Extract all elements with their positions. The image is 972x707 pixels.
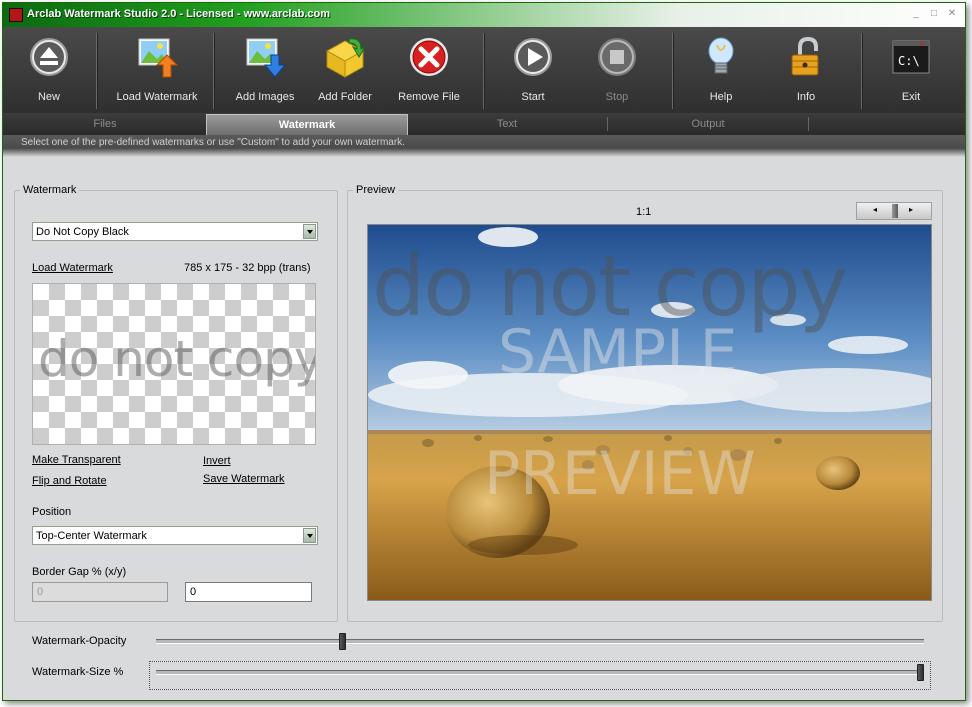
make-transparent-link[interactable]: Make Transparent: [32, 454, 121, 466]
toolbar-separator: [213, 33, 215, 109]
minimize-icon[interactable]: _: [909, 8, 923, 20]
hint-bar: Select one of the pre-defined watermarks…: [3, 135, 965, 157]
watermark-preview: do not copy: [32, 283, 316, 445]
tab-watermark[interactable]: Watermark: [206, 114, 408, 136]
add-folder-label: Add Folder: [318, 91, 372, 103]
opacity-slider-thumb[interactable]: [338, 633, 346, 650]
help-button[interactable]: Help: [681, 27, 761, 113]
tab-output[interactable]: Output: [608, 114, 808, 134]
remove-icon: [410, 38, 448, 76]
svg-text:C:\: C:\: [898, 54, 920, 68]
info-label: Info: [796, 91, 816, 103]
size-slider-focus: [149, 661, 931, 690]
terminal-icon: C:\: [892, 40, 930, 74]
hint-text: Select one of the pre-defined watermarks…: [21, 137, 405, 148]
preview-overlay-preview: PREVIEW: [484, 439, 756, 509]
main-window: Arclab Watermark Studio 2.0 - Licensed -…: [2, 2, 966, 701]
image-load-icon: [138, 38, 179, 78]
tab-bar: Files Watermark Text Output: [3, 113, 965, 136]
start-button[interactable]: Start: [493, 27, 573, 113]
padlock-icon: [791, 36, 819, 76]
remove-file-button[interactable]: Remove File: [389, 27, 469, 113]
load-watermark-link[interactable]: Load Watermark: [32, 262, 113, 274]
title-bar[interactable]: Arclab Watermark Studio 2.0 - Licensed -…: [3, 3, 965, 27]
gap-y-input[interactable]: 0: [185, 582, 312, 602]
chevron-down-icon[interactable]: [303, 528, 316, 543]
help-label: Help: [709, 91, 733, 103]
arrow-left-icon[interactable]: ◂: [873, 205, 877, 214]
eject-icon: [30, 38, 68, 76]
load-watermark-button[interactable]: Load Watermark: [107, 27, 207, 113]
invert-link[interactable]: Invert: [203, 455, 231, 467]
start-label: Start: [521, 91, 545, 103]
exit-label: Exit: [901, 91, 921, 103]
watermark-info: 785 x 175 - 32 bpp (trans): [184, 262, 311, 274]
preview-overlay-sample: SAMPLE: [498, 317, 738, 387]
stop-icon: [598, 38, 636, 76]
toolbar-separator: [861, 33, 863, 109]
toolbar-separator: [96, 33, 98, 109]
play-icon: [514, 38, 552, 76]
opacity-label: Watermark-Opacity: [32, 635, 127, 647]
save-watermark-link[interactable]: Save Watermark: [203, 473, 285, 485]
close-icon[interactable]: ✕: [945, 8, 959, 20]
flip-rotate-link[interactable]: Flip and Rotate: [32, 475, 107, 487]
navigator-thumb[interactable]: [892, 204, 898, 218]
watermark-select[interactable]: Do Not Copy Black: [32, 222, 318, 241]
preview-image: do not copy SAMPLE PREVIEW: [367, 224, 932, 601]
tab-text[interactable]: Text: [407, 114, 607, 134]
folder-add-icon: [325, 38, 367, 78]
watermark-group-label: Watermark: [23, 184, 77, 196]
toolbar: New Load Watermark Add Images Add Folder…: [3, 27, 965, 113]
position-select[interactable]: Top-Center Watermark: [32, 526, 318, 545]
stop-label: Stop: [605, 91, 629, 103]
preview-navigator[interactable]: ◂ ▸: [856, 202, 932, 220]
border-gap-label: Border Gap % (x/y): [32, 566, 127, 578]
tab-separator: [808, 117, 809, 131]
info-button[interactable]: Info: [766, 27, 846, 113]
lightbulb-icon: [708, 37, 734, 74]
add-images-label: Add Images: [235, 91, 295, 103]
image-add-icon: [246, 38, 287, 78]
chevron-down-icon[interactable]: [303, 224, 316, 239]
toolbar-separator: [483, 33, 485, 109]
load-watermark-label: Load Watermark: [116, 91, 198, 103]
toolbar-separator: [672, 33, 674, 109]
add-folder-button[interactable]: Add Folder: [305, 27, 385, 113]
window-title: Arclab Watermark Studio 2.0 - Licensed -…: [27, 8, 330, 20]
app-icon: [9, 8, 23, 22]
position-select-value: Top-Center Watermark: [36, 530, 147, 542]
size-slider-thumb[interactable]: [917, 664, 924, 681]
new-label: New: [37, 91, 60, 103]
watermark-select-value: Do Not Copy Black: [36, 226, 129, 238]
exit-button[interactable]: C:\ Exit: [871, 27, 951, 113]
add-images-button[interactable]: Add Images: [225, 27, 305, 113]
opacity-track[interactable]: [156, 639, 924, 644]
preview-group-label: Preview: [356, 184, 396, 196]
size-track[interactable]: [156, 670, 924, 675]
maximize-icon[interactable]: □: [927, 8, 941, 20]
size-label: Watermark-Size %: [32, 666, 124, 678]
tab-files[interactable]: Files: [5, 114, 205, 134]
zoom-label: 1:1: [636, 206, 652, 218]
gap-x-input[interactable]: 0: [32, 582, 168, 602]
arrow-right-icon[interactable]: ▸: [909, 205, 913, 214]
new-button[interactable]: New: [7, 27, 91, 113]
position-label: Position: [32, 506, 72, 518]
watermark-sample-text: do not copy: [38, 330, 316, 388]
remove-file-label: Remove File: [398, 91, 460, 103]
stop-button[interactable]: Stop: [577, 27, 657, 113]
